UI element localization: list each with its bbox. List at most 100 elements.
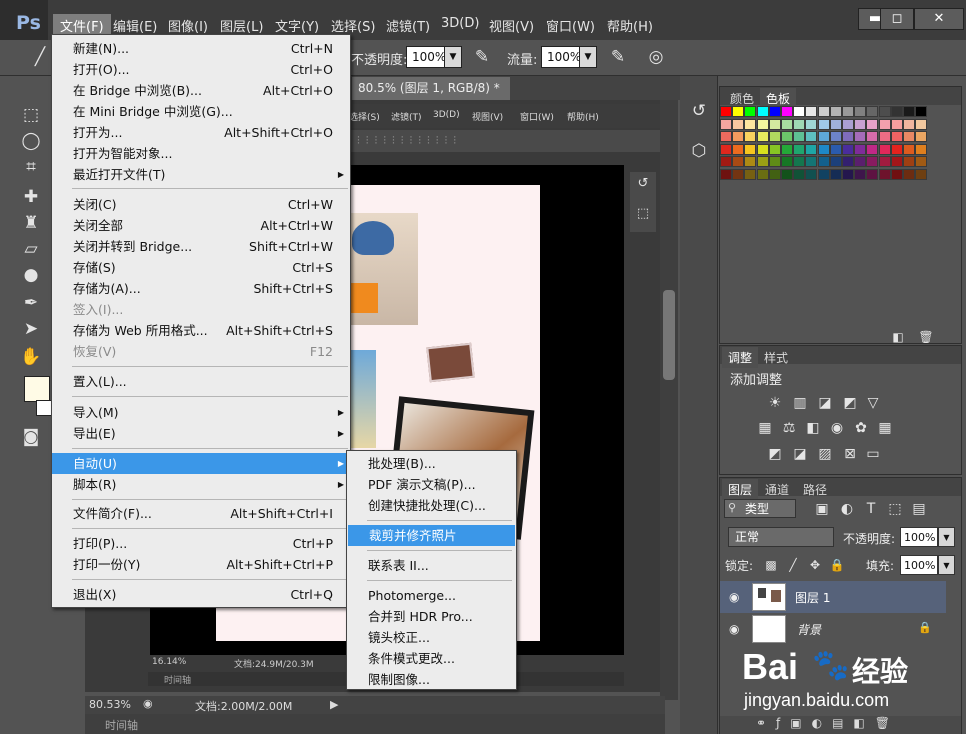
submenu-item-batch[interactable]: 批处理(B)...	[347, 453, 516, 474]
visibility-eye-icon[interactable]: ◉	[729, 590, 739, 604]
timeline-panel[interactable]: 时间轴	[85, 714, 665, 734]
menu-item-recent-files[interactable]: 最近打开文件(T) ▶	[52, 164, 350, 185]
color-swatch[interactable]	[805, 143, 818, 155]
document-tab[interactable]: 80.5% (图层 1, RGB/8) * ×	[352, 77, 510, 117]
menu-item-open-as[interactable]: 打开为... Alt+Shift+Ctrl+O	[52, 122, 350, 143]
color-swatch[interactable]	[866, 169, 879, 180]
color-swatch[interactable]	[793, 169, 806, 180]
menu-item-save[interactable]: 存储(S) Ctrl+S	[52, 257, 350, 278]
color-swatch[interactable]	[756, 106, 769, 117]
menu-item-save-for-web[interactable]: 存储为 Web 所用格式... Alt+Shift+Ctrl+S	[52, 320, 350, 341]
color-swatch[interactable]	[829, 118, 842, 130]
menu-item-print-one-copy[interactable]: 打印一份(Y) Alt+Shift+Ctrl+P	[52, 554, 350, 575]
color-swatch[interactable]	[768, 169, 781, 180]
color-swatch[interactable]	[866, 131, 879, 143]
menu-item-browse-bridge[interactable]: 在 Bridge 中浏览(B)... Alt+Ctrl+O	[52, 80, 350, 101]
levels-icon[interactable]: ▥	[791, 395, 809, 411]
visibility-eye-icon[interactable]: ◉	[729, 622, 739, 636]
menu-view[interactable]: 视图(V)	[482, 14, 541, 37]
color-swatch[interactable]	[854, 143, 867, 155]
vibrance-icon[interactable]: ▽	[864, 395, 882, 411]
color-swatch[interactable]	[817, 143, 830, 155]
color-swatch[interactable]	[756, 156, 769, 168]
color-swatch[interactable]	[854, 169, 867, 180]
color-swatch[interactable]	[842, 156, 854, 168]
menu-help[interactable]: 帮助(H)	[600, 14, 660, 37]
layer-row-background[interactable]: ◉ 背景 🔒	[720, 613, 946, 645]
color-swatch[interactable]	[732, 156, 745, 168]
color-swatch[interactable]	[720, 156, 732, 168]
color-swatch[interactable]	[878, 131, 891, 143]
color-swatch[interactable]	[915, 106, 928, 117]
layer-opacity-input[interactable]: 100%	[900, 527, 938, 547]
curves-icon[interactable]: ◪	[816, 395, 834, 411]
color-swatch[interactable]	[732, 118, 745, 130]
color-swatch[interactable]	[903, 169, 915, 180]
submenu-item-contact-sheet[interactable]: 联系表 II...	[347, 555, 516, 576]
color-swatch[interactable]	[890, 106, 903, 117]
tab-channels[interactable]: 通道	[759, 479, 795, 500]
color-swatch[interactable]	[732, 131, 745, 143]
color-swatch[interactable]	[744, 118, 757, 130]
submenu-item-conditional-mode[interactable]: 条件模式更改...	[347, 648, 516, 669]
fill-input[interactable]: 100%	[900, 555, 938, 575]
color-swatch[interactable]	[842, 131, 854, 143]
menu-item-place[interactable]: 置入(L)...	[52, 371, 350, 392]
color-swatch[interactable]	[903, 118, 915, 130]
color-swatch[interactable]	[854, 106, 867, 117]
color-swatch[interactable]	[768, 106, 781, 117]
background-color-swatch[interactable]	[36, 400, 52, 416]
vertical-scrollbar[interactable]	[660, 100, 678, 700]
color-swatch[interactable]	[842, 169, 854, 180]
color-swatch[interactable]	[756, 118, 769, 130]
filter-smart-icon[interactable]: ▤	[910, 501, 928, 517]
options-flow-input[interactable]: 100%	[541, 46, 581, 68]
color-swatch[interactable]	[829, 106, 842, 117]
menu-item-browse-mini-bridge[interactable]: 在 Mini Bridge 中浏览(G)...	[52, 101, 350, 122]
eraser-tool-icon[interactable]: ▱	[17, 238, 45, 260]
maximize-button[interactable]: ◻	[880, 8, 914, 30]
color-swatch[interactable]	[890, 131, 903, 143]
color-swatch[interactable]	[805, 131, 818, 143]
color-swatch[interactable]	[903, 106, 915, 117]
lock-pixels-icon[interactable]: ╱	[784, 557, 802, 573]
history-panel-icon[interactable]: ↺	[685, 100, 713, 122]
menu-item-close-go-bridge[interactable]: 关闭并转到 Bridge... Shift+Ctrl+W	[52, 236, 350, 257]
color-swatch[interactable]	[817, 118, 830, 130]
color-swatch[interactable]	[842, 118, 854, 130]
color-swatch[interactable]	[781, 118, 793, 130]
lock-transparent-icon[interactable]: ▩	[762, 557, 780, 573]
color-swatch[interactable]	[732, 106, 745, 117]
color-swatch[interactable]	[768, 156, 781, 168]
healing-tool-icon[interactable]: ✚	[17, 186, 45, 208]
color-swatch[interactable]	[793, 118, 806, 130]
marquee-tool-icon[interactable]: ⬚	[17, 104, 45, 126]
color-swatch[interactable]	[878, 118, 891, 130]
color-swatch[interactable]	[903, 156, 915, 168]
color-swatch[interactable]	[805, 169, 818, 180]
color-swatch[interactable]	[756, 143, 769, 155]
color-swatch[interactable]	[744, 131, 757, 143]
stamp-tool-icon[interactable]: ♜	[17, 212, 45, 234]
color-swatch[interactable]	[829, 156, 842, 168]
color-swatch[interactable]	[829, 131, 842, 143]
color-swatch[interactable]	[903, 143, 915, 155]
layer-opacity-dropdown[interactable]: ▼	[938, 527, 955, 547]
status-arrow-icon[interactable]: ◉	[143, 697, 153, 710]
foreground-color-swatch[interactable]	[24, 376, 50, 402]
pressure-size-icon[interactable]: ◎	[642, 46, 670, 68]
menu-item-close[interactable]: 关闭(C) Ctrl+W	[52, 194, 350, 215]
color-swatch[interactable]	[781, 156, 793, 168]
exposure-icon[interactable]: ◩	[841, 395, 859, 411]
photo-filter-icon[interactable]: ◉	[828, 420, 846, 436]
color-swatch[interactable]	[732, 169, 745, 180]
color-swatch[interactable]	[744, 106, 757, 117]
layer-name[interactable]: 图层 1	[795, 589, 830, 606]
tab-styles[interactable]: 样式	[758, 347, 794, 368]
color-swatch[interactable]	[915, 169, 928, 180]
color-swatch[interactable]	[915, 118, 928, 130]
color-swatch[interactable]	[890, 169, 903, 180]
color-swatch[interactable]	[768, 131, 781, 143]
submenu-item-create-droplet[interactable]: 创建快捷批处理(C)...	[347, 495, 516, 516]
menu-item-open-smart-object[interactable]: 打开为智能对象...	[52, 143, 350, 164]
